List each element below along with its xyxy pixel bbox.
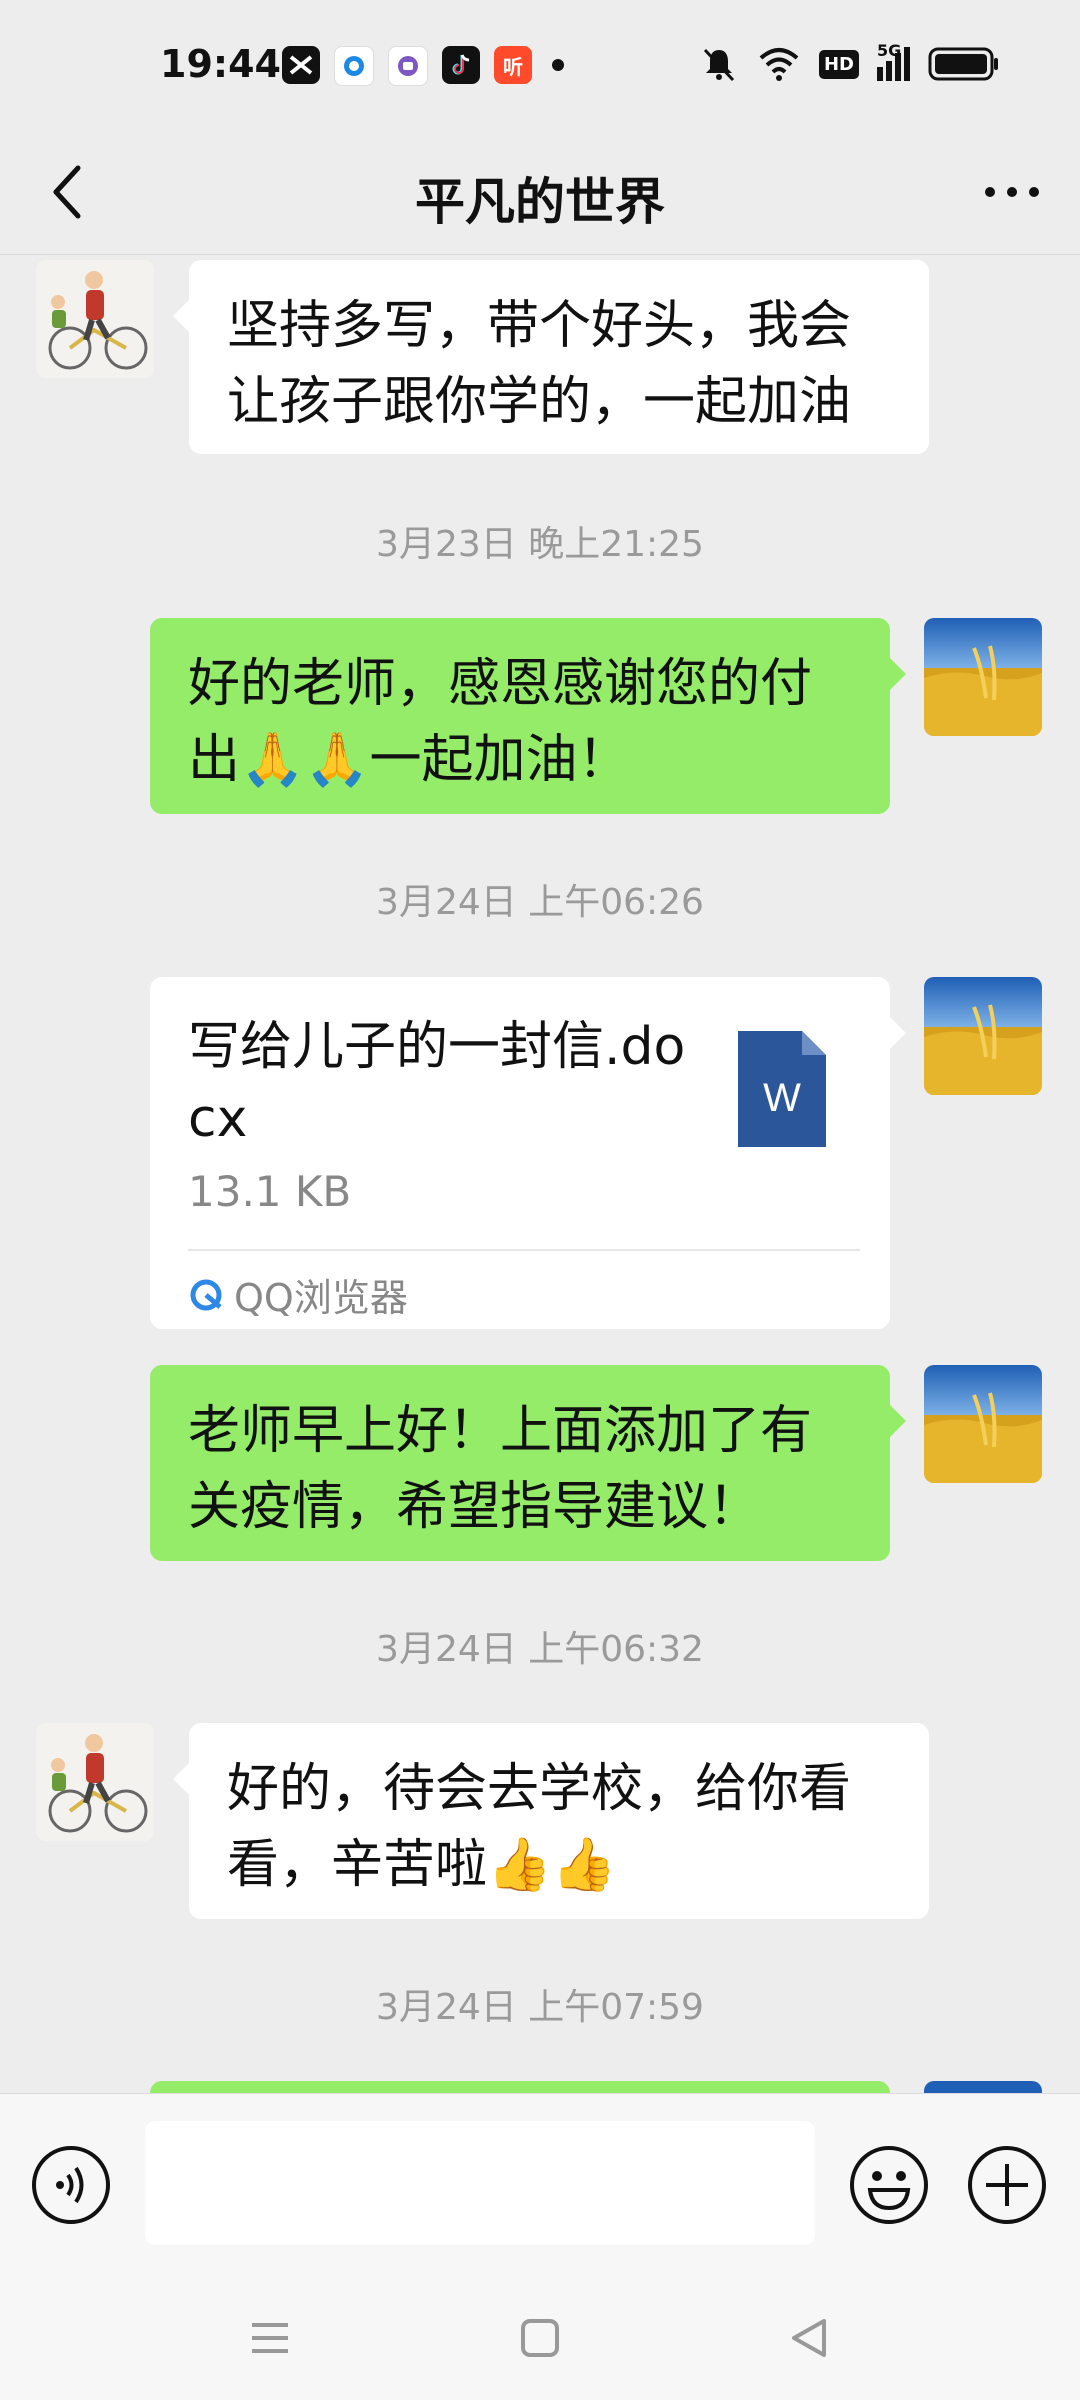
system-icons: HD 5G: [699, 41, 1000, 84]
file-message-card[interactable]: 写给儿子的一封信.docx 13.1 KB W QQ浏览器: [150, 977, 906, 1329]
battery-icon: [928, 47, 998, 81]
file-source[interactable]: QQ浏览器: [188, 1267, 408, 1322]
recent-apps-icon[interactable]: [240, 2313, 300, 2363]
status-time: 19:44: [160, 42, 281, 86]
voice-input-icon[interactable]: [30, 2144, 112, 2226]
file-name: 写给儿子的一封信.docx: [188, 1017, 686, 1149]
received-message-bubble[interactable]: 坚持多写，带个好头，我会让孩子跟你学的，一起加油: [173, 260, 929, 454]
message-list[interactable]: 坚持多写，带个好头，我会让孩子跟你学的，一起加油 3月23日 晚上21:25 好…: [0, 255, 1080, 2093]
my-avatar[interactable]: [924, 2081, 1042, 2093]
back-nav-icon[interactable]: [780, 2313, 840, 2363]
my-avatar[interactable]: [924, 977, 1042, 1095]
input-bar: [0, 2093, 1080, 2274]
sent-message-bubble[interactable]: [150, 2081, 890, 2093]
word-icon-letter: W: [763, 1076, 801, 1120]
browser-icon: [334, 46, 374, 86]
contact-avatar[interactable]: [36, 260, 154, 378]
sent-message-bubble[interactable]: 好的老师，感恩感谢您的付出🙏🙏一起加油！: [150, 618, 906, 814]
file-size: 13.1 KB: [188, 1167, 352, 1216]
chat-title: 平凡的世界: [415, 173, 665, 231]
chat-header: 平凡的世界: [0, 130, 1080, 255]
more-notifications-dot: [552, 59, 564, 71]
hd-badge: HD: [818, 49, 859, 79]
emoji-icon[interactable]: [848, 2144, 930, 2226]
message-text: 老师早上好！上面添加了有关疫情，希望指导建议！: [188, 1401, 813, 1537]
message-timestamp: 3月24日 上午07:59: [376, 1987, 704, 2028]
capcut-icon: [282, 46, 320, 84]
received-message-bubble[interactable]: 好的，待会去学校，给你看看，辛苦啦👍👍: [173, 1723, 929, 1919]
more-options-button[interactable]: [972, 152, 1052, 232]
system-nav-bar: [0, 2273, 1080, 2400]
wifi-icon: [759, 48, 799, 81]
signal-icon: 5G: [877, 41, 910, 81]
app-icon: [388, 46, 428, 86]
network-type: 5G: [877, 41, 902, 60]
more-dots-icon: [985, 187, 1039, 197]
status-bar: 19:44 听 HD 5G: [0, 0, 1080, 130]
tiktok-icon: [442, 46, 480, 84]
word-document-icon: W: [738, 1031, 826, 1147]
divider: [188, 1249, 860, 1251]
plus-icon[interactable]: [966, 2144, 1048, 2226]
my-avatar[interactable]: [924, 1365, 1042, 1483]
message-timestamp: 3月23日 晚上21:25: [376, 524, 704, 565]
home-icon[interactable]: [510, 2313, 570, 2363]
file-source-label: QQ浏览器: [234, 1276, 408, 1320]
message-input[interactable]: [145, 2121, 815, 2245]
notification-icons: 听: [282, 46, 564, 86]
message-timestamp: 3月24日 上午06:26: [376, 882, 704, 923]
message-timestamp: 3月24日 上午06:32: [376, 1629, 704, 1670]
message-text: 好的，待会去学校，给你看看，辛苦啦👍👍: [227, 1759, 852, 1895]
qq-browser-icon: [190, 1279, 222, 1310]
listen-app-icon: 听: [494, 46, 532, 84]
message-text: 好的老师，感恩感谢您的付出🙏🙏一起加油！: [188, 654, 813, 790]
my-avatar[interactable]: [924, 618, 1042, 736]
sent-message-bubble[interactable]: 老师早上好！上面添加了有关疫情，希望指导建议！: [150, 1365, 906, 1561]
message-text: 坚持多写，带个好头，我会让孩子跟你学的，一起加油: [227, 296, 852, 432]
mute-icon: [703, 48, 735, 82]
contact-avatar[interactable]: [36, 1723, 154, 1841]
